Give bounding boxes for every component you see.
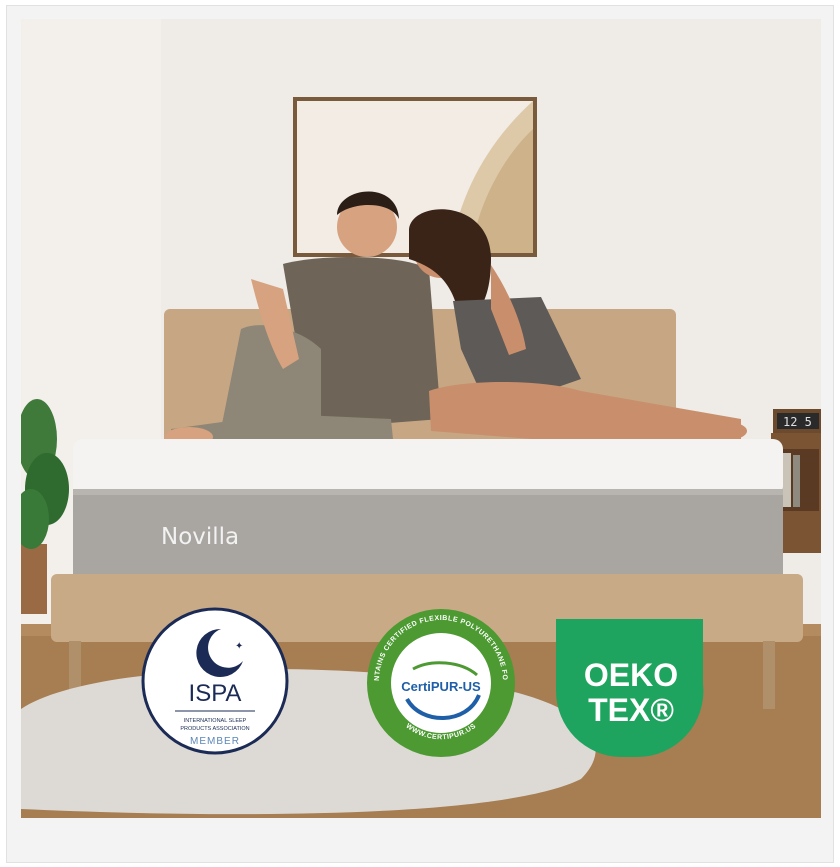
svg-text:MEMBER: MEMBER (190, 736, 240, 747)
brand-label: Novilla (161, 524, 239, 550)
svg-text:ISPA: ISPA (189, 680, 242, 707)
svg-text:INTERNATIONAL SLEEP: INTERNATIONAL SLEEP (184, 718, 247, 724)
svg-text:OEKO: OEKO (584, 657, 678, 693)
mattress: Novilla (73, 439, 783, 579)
oekotex-badge: OEKO TEX® (556, 619, 704, 758)
svg-text:PRODUCTS ASSOCIATION: PRODUCTS ASSOCIATION (180, 726, 249, 732)
svg-text:CertiPUR-US: CertiPUR-US (401, 679, 481, 694)
ispa-badge: ✦ ISPA INTERNATIONAL SLEEP PRODUCTS ASSO… (141, 607, 289, 755)
svg-text:TEX®: TEX® (588, 692, 674, 728)
clock-readout: 12 5 (783, 415, 812, 429)
product-photo: 12 5 Novilla ✦ ISPA INTERNATIONAL SLEEP … (21, 19, 821, 818)
star-icon: ✦ (235, 641, 243, 652)
